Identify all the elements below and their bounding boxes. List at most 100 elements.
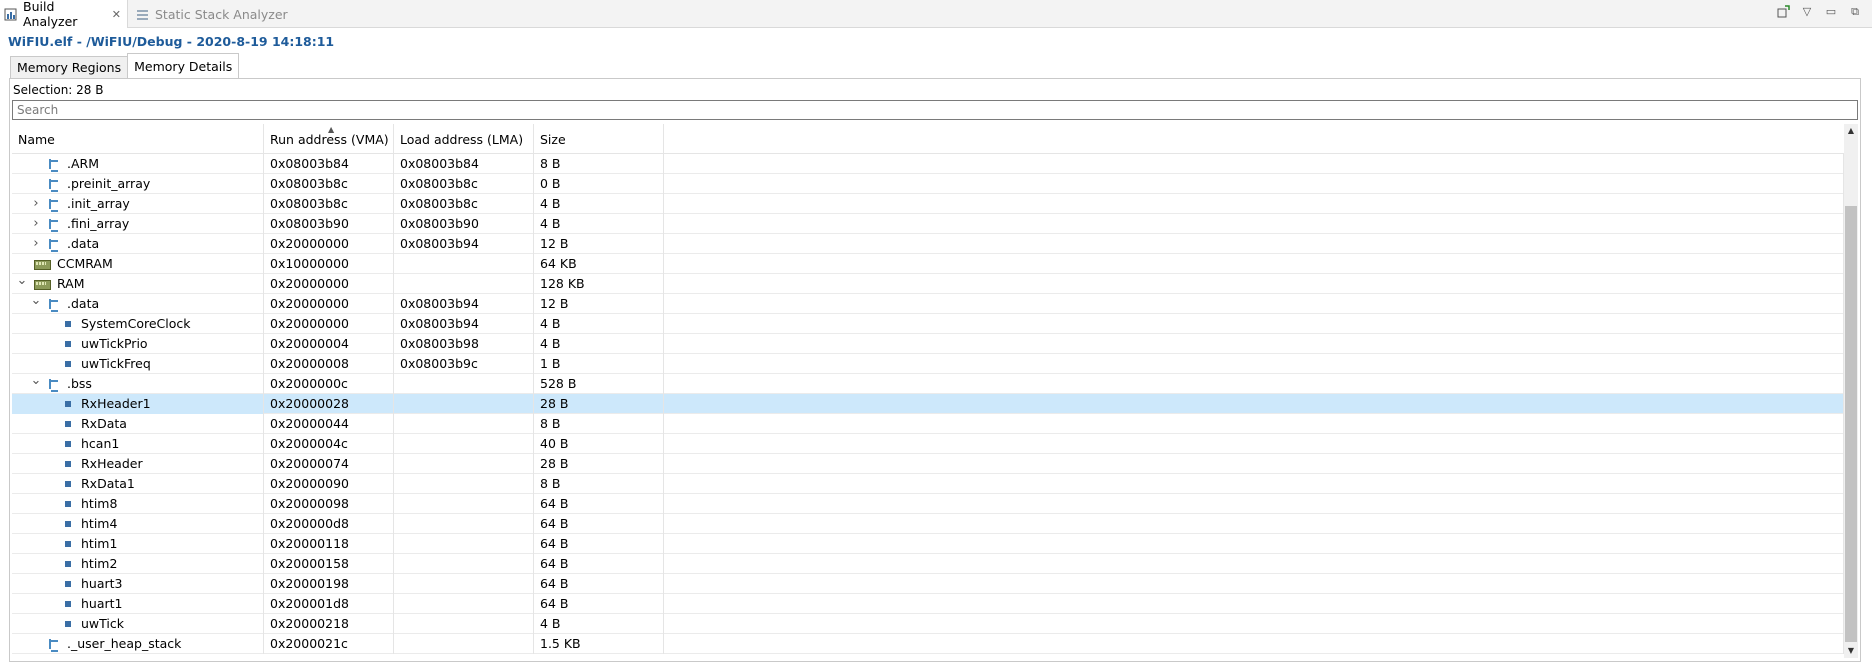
row-name: huart1 (81, 596, 123, 611)
vma-cell: 0x2000021c (264, 634, 394, 654)
vma-cell: 0x2000004c (264, 434, 394, 454)
table-row[interactable]: RxHeader1 0x20000028 28 B (12, 394, 1844, 414)
vma-cell: 0x08003b8c (264, 174, 394, 194)
lma-cell (394, 474, 534, 494)
lma-cell: 0x08003b9c (394, 354, 534, 374)
row-name: .ARM (67, 156, 99, 171)
vma-cell: 0x20000000 (264, 294, 394, 314)
table-row[interactable]: › .init_array 0x08003b8c 0x08003b8c 4 B (12, 194, 1844, 214)
vma-cell: 0x20000158 (264, 554, 394, 574)
tab-memory-details[interactable]: Memory Details (127, 53, 240, 78)
table-row[interactable]: ⌄ .data 0x20000000 0x08003b94 12 B (12, 294, 1844, 314)
tab-memory-regions[interactable]: Memory Regions (10, 56, 129, 78)
name-cell: SystemCoreClock (12, 314, 264, 334)
memory-details-panel: Selection: 28 B Name Run address (VMA) L… (9, 78, 1861, 662)
vertical-scrollbar[interactable]: ▲ ▼ (1844, 124, 1858, 658)
table-row[interactable]: uwTickFreq 0x20000008 0x08003b9c 1 B (12, 354, 1844, 374)
row-name: htim2 (81, 556, 118, 571)
name-cell: uwTickFreq (12, 354, 264, 374)
symbol-icon (62, 578, 74, 590)
vma-cell: 0x20000028 (264, 394, 394, 414)
filler-cell (664, 494, 1844, 514)
lma-cell (394, 594, 534, 614)
scroll-up-icon[interactable]: ▲ (1844, 124, 1858, 138)
table-row[interactable]: › .data 0x20000000 0x08003b94 12 B (12, 234, 1844, 254)
table-row[interactable]: uwTickPrio 0x20000004 0x08003b98 4 B (12, 334, 1844, 354)
vma-cell: 0x20000098 (264, 494, 394, 514)
scrollbar-thumb[interactable] (1845, 206, 1857, 642)
name-cell: uwTickPrio (12, 334, 264, 354)
table-row[interactable]: ⌄ RAM 0x20000000 128 KB (12, 274, 1844, 294)
row-name: .fini_array (67, 216, 130, 231)
scroll-down-icon[interactable]: ▼ (1844, 644, 1858, 658)
vma-cell: 0x200000d8 (264, 514, 394, 534)
column-header-lma[interactable]: Load address (LMA) (394, 124, 534, 154)
section-icon (48, 378, 60, 392)
table-row[interactable]: huart3 0x20000198 64 B (12, 574, 1844, 594)
table-row[interactable]: htim2 0x20000158 64 B (12, 554, 1844, 574)
column-header-name[interactable]: Name (12, 124, 264, 154)
table-row[interactable]: ⌄ .bss 0x2000000c 528 B (12, 374, 1844, 394)
name-cell: RxData1 (12, 474, 264, 494)
section-icon (48, 218, 60, 232)
tab-build-analyzer[interactable]: Build Analyzer ✕ (0, 0, 128, 29)
filler-cell (664, 234, 1844, 254)
table-row[interactable]: huart1 0x200001d8 64 B (12, 594, 1844, 614)
table-row[interactable]: hcan1 0x2000004c 40 B (12, 434, 1844, 454)
name-cell: uwTick (12, 614, 264, 634)
search-input[interactable] (12, 100, 1858, 120)
symbol-icon (62, 398, 74, 410)
table-row[interactable]: ._user_heap_stack 0x2000021c 1.5 KB (12, 634, 1844, 654)
size-cell: 40 B (534, 434, 664, 454)
table-row[interactable]: htim8 0x20000098 64 B (12, 494, 1844, 514)
view-menu-icon[interactable]: ▽ (1800, 5, 1814, 19)
name-cell: htim8 (12, 494, 264, 514)
table-row[interactable]: .preinit_array 0x08003b8c 0x08003b8c 0 B (12, 174, 1844, 194)
expand-chevron-icon[interactable]: › (30, 237, 42, 250)
size-cell: 4 B (534, 334, 664, 354)
size-cell: 8 B (534, 474, 664, 494)
maximize-icon[interactable]: ⧉ (1848, 5, 1862, 19)
name-cell: ._user_heap_stack (12, 634, 264, 654)
lma-cell (394, 394, 534, 414)
memory-region-icon (34, 258, 51, 270)
table-row[interactable]: CCMRAM 0x10000000 64 KB (12, 254, 1844, 274)
collapse-chevron-icon[interactable]: ⌄ (30, 374, 42, 390)
table-row[interactable]: RxHeader 0x20000074 28 B (12, 454, 1844, 474)
table-row[interactable]: › .fini_array 0x08003b90 0x08003b90 4 B (12, 214, 1844, 234)
collapse-chevron-icon[interactable]: ⌄ (30, 294, 42, 310)
name-cell: ⌄ RAM (12, 274, 264, 294)
sort-ascending-icon: ▲ (328, 125, 335, 134)
table-row[interactable]: RxData 0x20000044 8 B (12, 414, 1844, 434)
lma-cell (394, 634, 534, 654)
table-row[interactable]: htim4 0x200000d8 64 B (12, 514, 1844, 534)
symbol-icon (62, 618, 74, 630)
lma-cell (394, 554, 534, 574)
table-row[interactable]: htim1 0x20000118 64 B (12, 534, 1844, 554)
filler-cell (664, 334, 1844, 354)
pin-view-icon[interactable] (1776, 5, 1790, 19)
minimize-icon[interactable]: ▭ (1824, 5, 1838, 19)
symbol-icon (62, 338, 74, 350)
filler-cell (664, 514, 1844, 534)
vma-cell: 0x20000090 (264, 474, 394, 494)
column-header-size[interactable]: Size (534, 124, 664, 154)
collapse-chevron-icon[interactable]: ⌄ (16, 274, 28, 290)
table-row[interactable]: .ARM 0x08003b84 0x08003b84 8 B (12, 154, 1844, 174)
table-row[interactable]: RxData1 0x20000090 8 B (12, 474, 1844, 494)
tab-static-stack-analyzer[interactable]: Static Stack Analyzer (132, 0, 294, 28)
expand-chevron-icon[interactable]: › (30, 197, 42, 210)
memory-details-table: Name Run address (VMA) Load address (LMA… (12, 124, 1844, 658)
name-cell: huart3 (12, 574, 264, 594)
vma-cell: 0x08003b8c (264, 194, 394, 214)
close-icon[interactable]: ✕ (112, 8, 121, 21)
filler-cell (664, 474, 1844, 494)
filler-cell (664, 594, 1844, 614)
table-row[interactable]: uwTick 0x20000218 4 B (12, 614, 1844, 634)
expand-chevron-icon[interactable]: › (30, 217, 42, 230)
inner-tab-bar: Memory Regions Memory Details (10, 53, 240, 78)
table-row[interactable]: SystemCoreClock 0x20000000 0x08003b94 4 B (12, 314, 1844, 334)
